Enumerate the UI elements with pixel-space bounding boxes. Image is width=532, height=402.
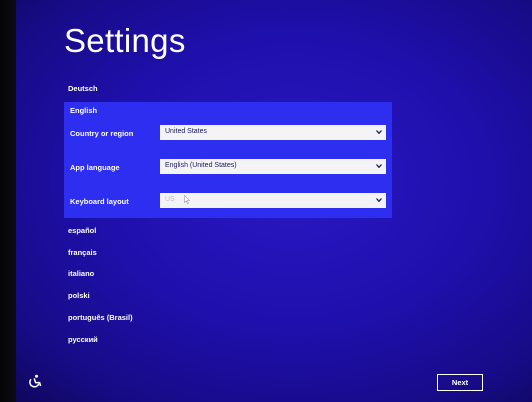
- language-item-espanol[interactable]: español: [68, 226, 96, 235]
- language-item-francais[interactable]: français: [68, 248, 97, 257]
- language-item-polski[interactable]: polski: [68, 291, 90, 300]
- page-title: Settings: [64, 22, 186, 59]
- country-label: Country or region: [70, 129, 134, 138]
- keyboard-layout-label: Keyboard layout: [70, 197, 129, 206]
- chevron-down-icon: [376, 164, 382, 168]
- app-language-dropdown[interactable]: English (United States): [160, 159, 386, 174]
- keyboard-layout-value: US: [165, 196, 175, 203]
- ease-of-access-icon[interactable]: [28, 374, 42, 388]
- app-language-label: App language: [70, 163, 120, 172]
- language-item-english[interactable]: English: [70, 106, 97, 115]
- language-item-portugues-brasil[interactable]: português (Brasil): [68, 313, 133, 322]
- next-button[interactable]: Next: [437, 374, 483, 391]
- monitor-bezel: [0, 0, 16, 402]
- language-item-russian[interactable]: русский: [68, 335, 98, 344]
- chevron-down-icon: [376, 198, 382, 202]
- mouse-cursor-icon: [184, 195, 190, 204]
- setup-screen: Settings Deutsch English Country or regi…: [0, 0, 532, 402]
- app-language-value: English (United States): [165, 162, 237, 169]
- country-value: United States: [165, 128, 208, 135]
- language-item-italiano[interactable]: italiano: [68, 269, 94, 278]
- chevron-down-icon: [376, 130, 382, 134]
- language-item-deutsch[interactable]: Deutsch: [68, 84, 98, 93]
- selected-language-panel: English Country or region United States …: [64, 102, 392, 218]
- country-dropdown[interactable]: United States: [160, 125, 386, 140]
- keyboard-layout-dropdown[interactable]: US: [160, 193, 386, 208]
